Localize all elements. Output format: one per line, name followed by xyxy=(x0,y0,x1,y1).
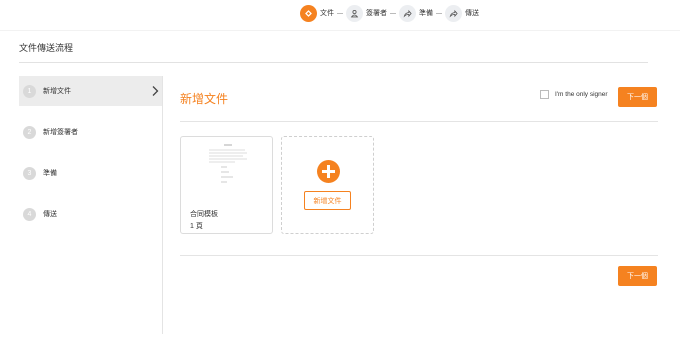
share-icon xyxy=(445,4,462,22)
sidebar-item-label: 新增文件 xyxy=(43,88,71,95)
sidebar-item-add-document[interactable]: 1 新增文件 xyxy=(19,76,162,106)
sidebar-item-label: 準備 xyxy=(43,170,57,177)
user-icon xyxy=(346,4,363,22)
step-signers[interactable]: 簽署者 xyxy=(346,4,387,22)
next-button-top[interactable]: 下一個 xyxy=(618,87,657,107)
plus-icon[interactable] xyxy=(317,160,340,183)
sidebar-item-add-signers[interactable]: 2 新增簽署者 xyxy=(19,117,162,147)
sidebar: 1 新增文件 2 新增簽署者 3 準備 4 傳送 xyxy=(19,76,163,334)
share-icon xyxy=(399,4,416,22)
step-connector xyxy=(390,12,396,14)
content-divider xyxy=(180,255,658,256)
sidebar-item-label: 新增簽署者 xyxy=(43,129,78,136)
page-title: 文件傳送流程 xyxy=(19,43,74,53)
step-label: 傳送 xyxy=(465,10,479,17)
step-connector xyxy=(436,12,442,14)
step-label: 文件 xyxy=(320,10,334,17)
next-button-bottom[interactable]: 下一個 xyxy=(618,266,657,286)
sidebar-item-label: 傳送 xyxy=(43,211,57,218)
document-name: 合同模板 xyxy=(190,211,218,218)
step-label: 簽署者 xyxy=(366,10,387,17)
header-divider xyxy=(0,30,680,31)
step-label: 準備 xyxy=(419,10,433,17)
step-send[interactable]: 傳送 xyxy=(445,4,479,22)
step-number-badge: 2 xyxy=(23,125,36,139)
progress-stepper: 文件 簽署者 準備 傳送 xyxy=(300,4,479,22)
document-page-count: 1 頁 xyxy=(190,223,203,230)
document-card[interactable]: 合同模板 1 頁 xyxy=(180,136,273,234)
chevron-right-icon xyxy=(152,86,159,96)
step-connector xyxy=(337,12,343,14)
step-prepare[interactable]: 準備 xyxy=(399,4,433,22)
only-signer-label: I'm the only signer xyxy=(555,91,608,98)
step-number-badge: 3 xyxy=(23,166,36,180)
sidebar-item-prepare[interactable]: 3 準備 xyxy=(19,158,162,188)
sidebar-item-send[interactable]: 4 傳送 xyxy=(19,199,162,229)
add-document-card[interactable]: 新增文件 xyxy=(281,136,374,234)
step-document[interactable]: 文件 xyxy=(300,4,334,22)
content-divider xyxy=(180,121,658,122)
only-signer-option[interactable]: I'm the only signer xyxy=(540,90,608,99)
section-title: 新增文件 xyxy=(180,92,229,106)
step-number-badge: 1 xyxy=(23,84,36,98)
title-divider xyxy=(19,62,648,63)
add-document-button[interactable]: 新增文件 xyxy=(304,191,351,210)
document-icon xyxy=(300,4,317,22)
document-thumbnail xyxy=(205,142,251,198)
only-signer-checkbox[interactable] xyxy=(540,90,549,99)
step-number-badge: 4 xyxy=(23,207,36,221)
